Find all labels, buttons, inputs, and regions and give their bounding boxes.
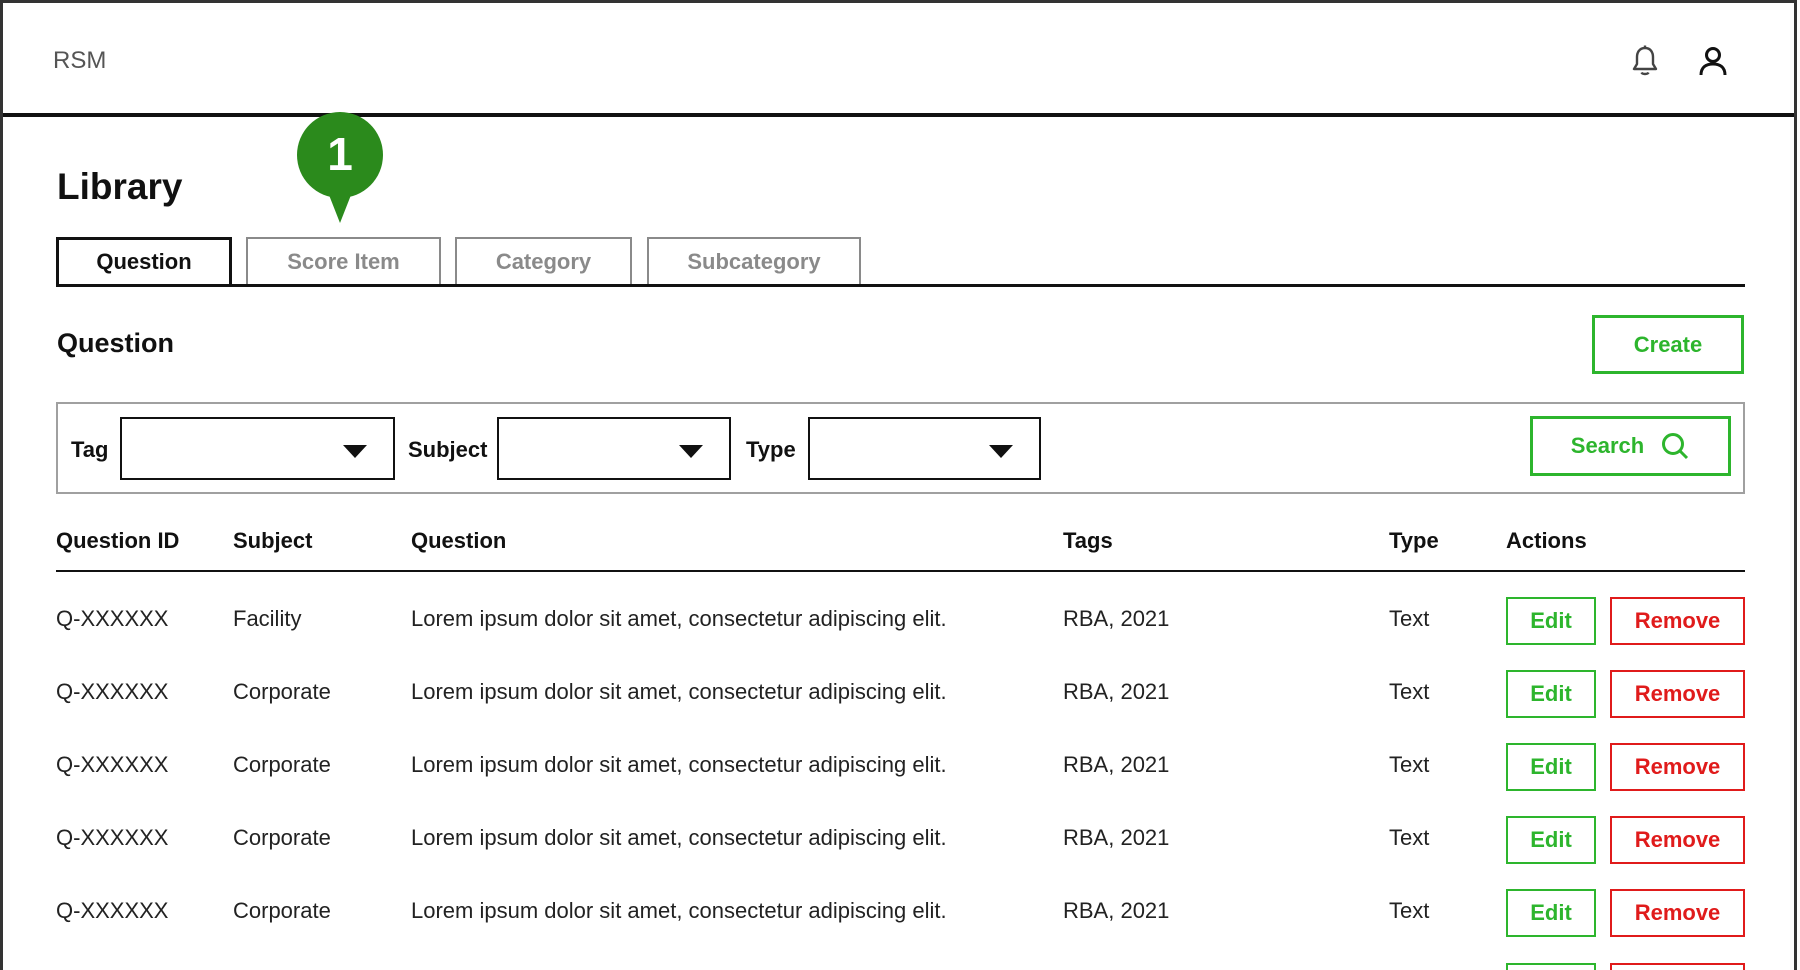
page-title: Library: [57, 166, 183, 207]
top-bar: RSM: [3, 3, 1794, 117]
cell-subject: Corporate: [233, 825, 331, 850]
cell-type: Text: [1389, 898, 1430, 923]
marker-number: 1: [327, 128, 353, 180]
column-header-type[interactable]: Type: [1389, 528, 1439, 554]
cell-tags: RBA, 2021: [1063, 752, 1170, 777]
section-title: Question: [57, 328, 175, 358]
type-filter-label: Type: [746, 437, 796, 462]
subject-filter-label: Subject: [408, 437, 488, 462]
cell-question-id: Q-XXXXXX: [56, 606, 169, 631]
remove-button[interactable]: Remove: [1610, 597, 1745, 645]
column-header-subject[interactable]: Subject: [233, 528, 312, 554]
edit-button[interactable]: Edit: [1506, 597, 1596, 645]
chevron-down-icon: [679, 445, 703, 458]
cell-subject: Corporate: [233, 898, 331, 923]
cell-type: Text: [1389, 752, 1430, 777]
cell-question-id: Q-XXXXXX: [56, 752, 169, 777]
cell-type: Text: [1389, 825, 1430, 850]
create-button[interactable]: Create: [1592, 315, 1744, 374]
cell-tags: RBA, 2021: [1063, 606, 1170, 631]
table-row: Q-XXXXXX Corporate Lorem ipsum dolor sit…: [56, 661, 1745, 734]
cell-type: Text: [1389, 679, 1430, 704]
cell-tags: RBA, 2021: [1063, 825, 1170, 850]
table-row: Q-XXXXXX Corporate Lorem ipsum dolor sit…: [56, 807, 1745, 880]
cell-subject: Corporate: [233, 752, 331, 777]
table-row: Q-XXXXXX Corporate Lorem ipsum dolor sit…: [56, 880, 1745, 953]
remove-button[interactable]: Remove: [1610, 743, 1745, 791]
cell-question: Lorem ipsum dolor sit amet, consectetur …: [411, 825, 947, 850]
cell-type: Text: [1389, 606, 1430, 631]
tag-filter-label: Tag: [71, 437, 109, 462]
edit-button[interactable]: [1506, 963, 1596, 970]
chevron-down-icon: [989, 445, 1013, 458]
search-button[interactable]: Search: [1530, 416, 1731, 476]
cell-subject: Facility: [233, 606, 302, 631]
tag-select[interactable]: [120, 417, 395, 480]
remove-button[interactable]: [1610, 963, 1745, 970]
cell-question-id: Q-XXXXXX: [56, 825, 169, 850]
user-icon[interactable]: [1695, 43, 1731, 79]
library-tabs: Question Score Item Category Subcategory: [56, 237, 1745, 287]
cell-question: Lorem ipsum dolor sit amet, consectetur …: [411, 606, 947, 631]
column-header-actions: Actions: [1506, 528, 1587, 553]
cell-tags: RBA, 2021: [1063, 679, 1170, 704]
search-icon: [1662, 433, 1689, 460]
subject-select[interactable]: [497, 417, 731, 480]
remove-button[interactable]: Remove: [1610, 816, 1745, 864]
edit-button[interactable]: Edit: [1506, 670, 1596, 718]
annotation-marker: 1: [296, 111, 384, 227]
filter-bar: Tag Subject Type Search: [56, 402, 1745, 494]
edit-button[interactable]: Edit: [1506, 889, 1596, 937]
type-select[interactable]: [808, 417, 1041, 480]
remove-button[interactable]: Remove: [1610, 889, 1745, 937]
cell-subject: Corporate: [233, 679, 331, 704]
column-header-tags[interactable]: Tags: [1063, 528, 1113, 554]
tab-subcategory[interactable]: Subcategory: [647, 237, 861, 284]
search-button-label: Search: [1570, 433, 1645, 458]
table-row-partial: [56, 963, 1745, 970]
cell-question-id: Q-XXXXXX: [56, 679, 169, 704]
cell-question: Lorem ipsum dolor sit amet, consectetur …: [411, 752, 947, 777]
table-header: Question ID Subject Question Tags Type A…: [56, 524, 1745, 572]
chevron-down-icon: [343, 445, 367, 458]
edit-button[interactable]: Edit: [1506, 816, 1596, 864]
cell-question-id: Q-XXXXXX: [56, 898, 169, 923]
cell-tags: RBA, 2021: [1063, 898, 1170, 923]
tab-category[interactable]: Category: [455, 237, 632, 284]
column-header-question[interactable]: Question: [411, 528, 506, 554]
bell-icon[interactable]: [1627, 43, 1663, 79]
remove-button[interactable]: Remove: [1610, 670, 1745, 718]
cell-question: Lorem ipsum dolor sit amet, consectetur …: [411, 679, 947, 704]
column-header-question-id[interactable]: Question ID: [56, 528, 179, 554]
tab-score-item[interactable]: Score Item: [246, 237, 441, 284]
brand-logo[interactable]: RSM: [53, 47, 106, 75]
cell-question: Lorem ipsum dolor sit amet, consectetur …: [411, 898, 947, 923]
tab-question[interactable]: Question: [56, 237, 232, 287]
edit-button[interactable]: Edit: [1506, 743, 1596, 791]
table-row: Q-XXXXXX Corporate Lorem ipsum dolor sit…: [56, 734, 1745, 807]
table-row: Q-XXXXXX Facility Lorem ipsum dolor sit …: [56, 588, 1745, 661]
